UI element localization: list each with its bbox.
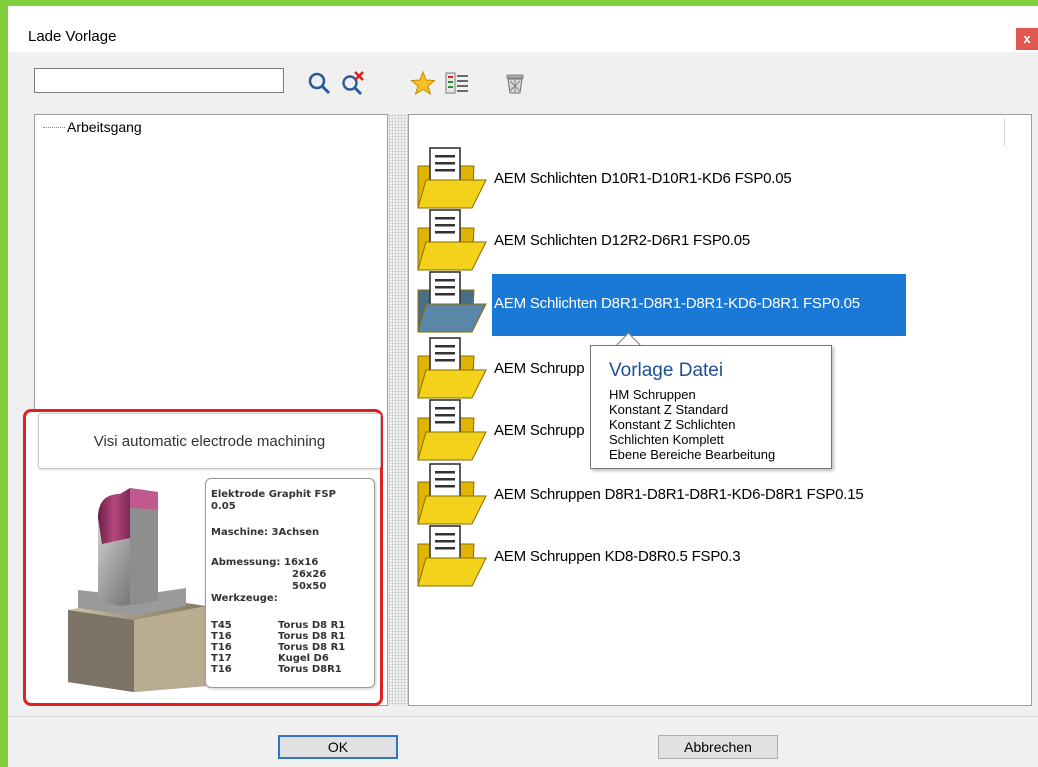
info-tool-name: Kugel D6 — [278, 653, 329, 664]
info-machine: Maschine: 3Achsen — [211, 527, 320, 538]
column-divider — [1004, 118, 1005, 146]
tooltip-line: Konstant Z Schlichten — [609, 417, 736, 432]
info-material: Elektrode Graphit FSP — [211, 489, 336, 500]
tooltip-line: Schlichten Komplett — [609, 432, 724, 447]
template-tooltip: Vorlage Datei HM Schruppen Konstant Z St… — [590, 345, 832, 469]
clear-search-icon[interactable] — [340, 70, 366, 96]
pane-splitter[interactable] — [388, 114, 408, 706]
window-title: Lade Vorlage — [28, 28, 117, 45]
ok-button[interactable]: OK — [278, 735, 398, 759]
tooltip-title: Vorlage Datei — [609, 360, 724, 381]
template-list-icon[interactable] — [444, 70, 470, 96]
info-tool-id: T16 — [211, 642, 232, 653]
cancel-button[interactable]: Abbrechen — [658, 735, 778, 759]
template-list-item[interactable]: AEM Schlichten D10R1-D10R1-KD6 FSP0.05 — [414, 146, 1014, 212]
template-list-item[interactable]: AEM Schruppen KD8-D8R0.5 FSP0.3 — [414, 524, 1014, 590]
info-tool-name: Torus D8 R1 — [278, 642, 346, 653]
info-tool-id: T17 — [211, 653, 232, 664]
info-tool-name: Torus D8R1 — [278, 664, 342, 675]
tooltip-line: Ebene Bereiche Bearbeitung — [609, 447, 776, 462]
tooltip-line: Konstant Z Standard — [609, 402, 729, 417]
template-list-item[interactable]: AEM Schlichten D12R2-D6R1 FSP0.05 — [414, 208, 1014, 274]
title-bar: Lade Vorlage x — [8, 6, 1038, 52]
template-label: AEM Schrupp — [494, 422, 585, 439]
info-dimension: 26x26 — [292, 569, 327, 580]
template-folder-icon — [417, 399, 487, 461]
template-label: AEM Schlichten D10R1-D10R1-KD6 FSP0.05 — [494, 170, 792, 187]
template-folder-icon — [417, 463, 487, 525]
tree-item-arbeitsgang[interactable]: Arbeitsgang — [67, 119, 142, 135]
info-tool-id: T16 — [211, 631, 232, 642]
info-tool-id: T16 — [211, 664, 232, 675]
template-label: AEM Schlichten D8R1-D8R1-D8R1-KD6-D8R1 F… — [494, 295, 860, 312]
info-dimension: 50x50 — [292, 581, 327, 592]
info-tool-name: Torus D8 R1 — [278, 620, 346, 631]
favorite-star-icon[interactable] — [410, 70, 436, 96]
electrode-info-card: Elektrode Graphit FSP 0.05 Maschine: 3Ac… — [205, 478, 375, 688]
electrode-image — [68, 488, 206, 692]
close-button[interactable]: x — [1016, 28, 1038, 50]
template-folder-icon — [417, 525, 487, 587]
template-folder-icon — [417, 209, 487, 271]
button-bar-divider — [8, 716, 1038, 717]
info-tool-name: Torus D8 R1 — [278, 631, 346, 642]
template-label: AEM Schrupp — [494, 360, 585, 377]
template-label: AEM Schlichten D12R2-D6R1 FSP0.05 — [494, 232, 751, 249]
info-dimension: 16x16 — [284, 557, 319, 568]
info-material-cont: 0.05 — [211, 501, 236, 512]
template-folder-icon — [417, 147, 487, 209]
template-list-item[interactable]: AEM Schlichten D8R1-D8R1-D8R1-KD6-D8R1 F… — [414, 270, 1014, 336]
template-list-item[interactable]: AEM Schruppen D8R1-D8R1-D8R1-KD6-D8R1 FS… — [414, 462, 1014, 528]
preview-caption: Visi automatic electrode machining — [93, 433, 326, 450]
search-input[interactable] — [34, 68, 284, 93]
preview-caption-box: Visi automatic electrode machining — [38, 413, 381, 469]
template-folder-icon — [417, 271, 487, 333]
template-label: AEM Schruppen D8R1-D8R1-D8R1-KD6-D8R1 FS… — [494, 486, 864, 503]
info-dimension-label: Abmessung: — [211, 557, 281, 568]
tooltip-line: HM Schruppen — [609, 387, 696, 402]
template-folder-icon — [417, 337, 487, 399]
info-tools-label: Werkzeuge: — [211, 593, 278, 604]
info-tool-id: T45 — [211, 620, 232, 631]
delete-basket-icon[interactable] — [502, 70, 528, 96]
template-label: AEM Schruppen KD8-D8R0.5 FSP0.3 — [494, 548, 741, 565]
tree-connector — [43, 127, 65, 128]
search-icon[interactable] — [306, 70, 332, 96]
